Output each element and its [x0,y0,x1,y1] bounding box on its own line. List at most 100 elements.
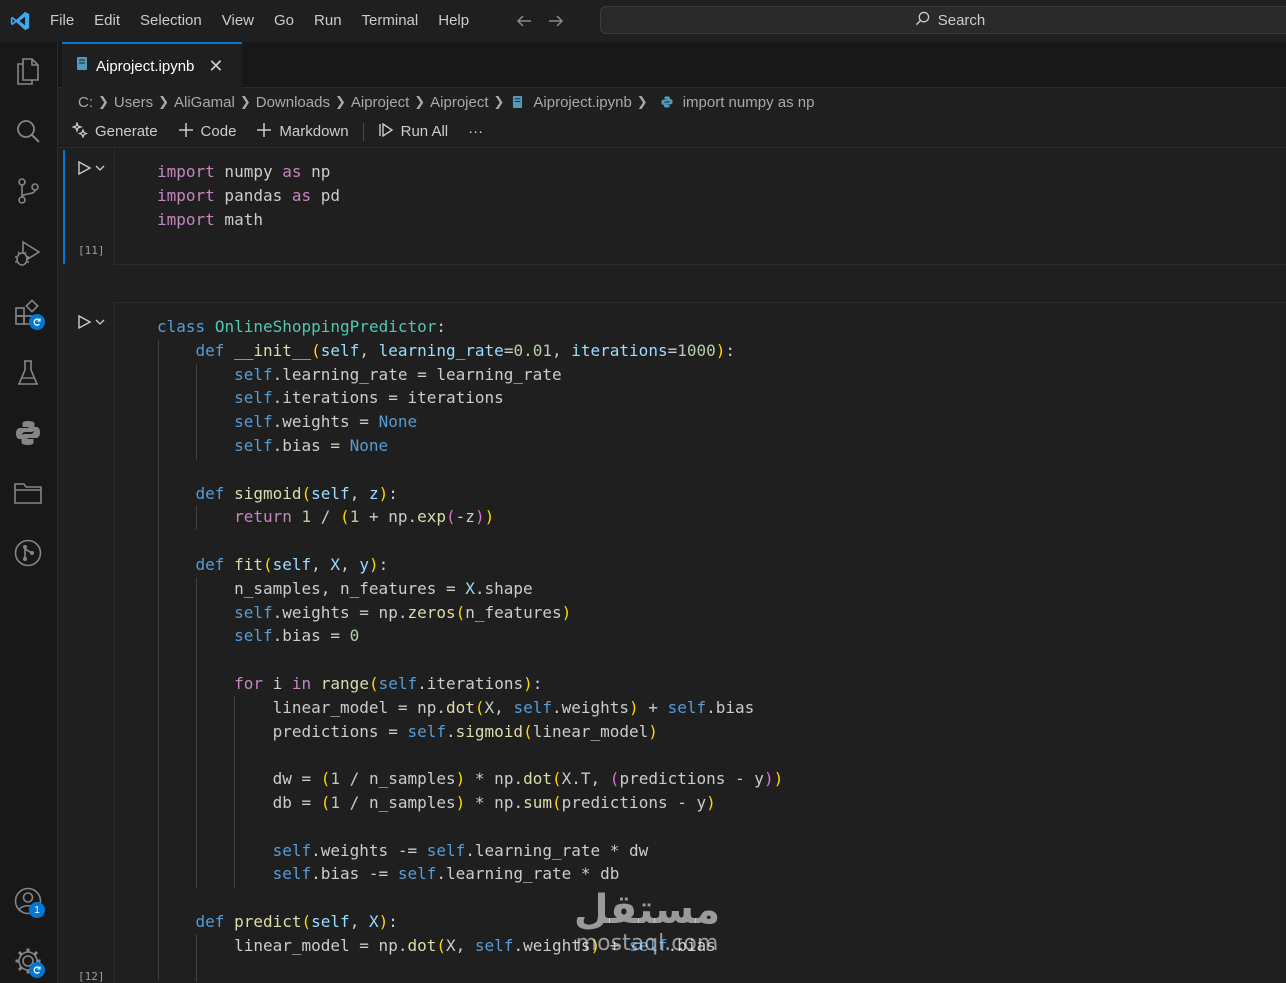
back-arrow-icon[interactable] [515,12,533,30]
extensions-icon[interactable] [13,298,45,330]
play-icon [78,160,92,176]
plus-icon [178,122,194,142]
plus-icon [256,122,272,142]
code-cell[interactable]: class OnlineShoppingPredictor: def __ini… [58,302,1286,983]
command-center-search[interactable]: Search [600,6,1286,34]
code-line: def fit(self, X, y): [195,554,389,574]
forward-arrow-icon[interactable] [547,12,565,30]
execution-count: [12] [78,970,105,983]
breadcrumb-item[interactable]: Users [114,94,153,111]
menu-file[interactable]: File [40,0,84,42]
code-line: self.bias -= self.learning_rate * db [272,864,620,884]
accounts-badge: 1 [29,902,45,918]
code-line: return 1 / (1 + np.exp(-z)) [234,507,495,527]
notebook-file-icon [509,94,525,110]
activity-bar: 1 [0,42,58,983]
breadcrumb-item[interactable]: AliGamal [174,94,235,111]
code-line: def sigmoid(self, z): [195,483,398,503]
code-line: self.iterations = iterations [234,388,504,408]
code-line: class OnlineShoppingPredictor: [157,317,447,336]
folder-icon[interactable] [13,478,43,508]
manage-update-badge [29,962,45,978]
git-graph-icon[interactable] [13,538,43,568]
run-cell-button[interactable] [76,158,110,178]
code-line: self.weights -= self.learning_rate * dw [272,840,649,860]
code-line: n_samples, n_features = X.shape [157,578,533,598]
menu-go[interactable]: Go [264,0,304,42]
run-cell-button[interactable] [76,312,110,332]
search-icon [915,11,930,30]
breadcrumb-item[interactable]: Aiproject.ipynb [533,94,631,111]
chevron-down-icon [95,165,105,171]
chevron-right-icon: ❯ [239,94,251,109]
menu-view[interactable]: View [212,0,264,42]
code-line: self.learning_rate = learning_rate [234,364,562,384]
menu-bar: File Edit Selection View Go Run Terminal… [40,0,479,42]
code-line: import math [157,209,263,229]
menu-terminal[interactable]: Terminal [352,0,429,42]
sparkle-icon [71,120,89,142]
run-all-label: Run All [400,123,449,140]
code-line: self.bias = 0 [234,626,360,646]
editor-tabs: Aiproject.ipynb ✕ [58,42,1286,88]
cell-source[interactable]: class OnlineShoppingPredictor: def __ini… [157,315,783,958]
menu-edit[interactable]: Edit [84,0,130,42]
menu-run[interactable]: Run [304,0,352,42]
tab-aiproject-ipynb[interactable]: Aiproject.ipynb ✕ [62,42,242,88]
chevron-right-icon: ❯ [636,94,648,109]
code-line: import numpy as np [157,162,331,181]
breadcrumb-item[interactable]: Aiproject [430,94,488,111]
code-line: linear_model = np.dot(X, self.weights) +… [157,697,755,717]
breadcrumb-item[interactable]: Downloads [256,94,330,111]
code-line: import pandas as pd [157,185,341,205]
cell-focus-indicator [63,150,65,264]
breadcrumb-item[interactable]: C: [78,94,93,111]
run-all-button[interactable]: Run All [368,116,459,148]
code-cell[interactable]: import numpy as np import pandas as pd i… [58,148,1286,266]
manage-gear-icon[interactable] [13,946,45,978]
code-line: self.bias = None [234,435,389,455]
run-debug-icon[interactable] [13,238,43,268]
generate-button[interactable]: Generate [58,116,168,148]
markdown-label: Markdown [279,123,349,140]
run-all-icon [378,122,394,142]
source-control-icon[interactable] [13,176,43,206]
code-line: def __init__(self, learning_rate=0.01, i… [195,340,736,360]
notebook-editor: import numpy as np import pandas as pd i… [58,148,1286,983]
add-markdown-cell-button[interactable]: Markdown [246,116,358,148]
explorer-icon[interactable] [13,56,43,86]
code-line: db = (1 / n_samples) * np.sum(prediction… [157,792,716,812]
code-line: self.weights = np.zeros(n_features) [234,602,572,622]
vscode-logo-icon[interactable] [0,0,40,42]
cell-source[interactable]: import numpy as np import pandas as pd i… [157,160,340,231]
more-actions-button[interactable]: ··· [458,116,493,148]
execution-count: [11] [78,244,105,257]
breadcrumb-item[interactable]: import numpy as np [683,94,815,111]
code-line: dw = (1 / n_samples) * np.dot(X.T, (pred… [157,769,784,789]
menu-selection[interactable]: Selection [130,0,212,42]
code-line: for i in range(self.iterations): [234,673,543,693]
tab-close-icon[interactable]: ✕ [208,56,223,77]
breadcrumb-item[interactable]: Aiproject [351,94,409,111]
chevron-right-icon: ❯ [98,94,109,109]
chevron-right-icon: ❯ [158,94,169,109]
title-bar: File Edit Selection View Go Run Terminal… [0,0,1286,42]
code-line: def predict(self, X): [195,911,398,931]
breadcrumb: C: ❯ Users ❯ AliGamal ❯ Downloads ❯ Aiprojec… [78,88,814,116]
menu-help[interactable]: Help [428,0,479,42]
chevron-right-icon: ❯ [493,94,505,109]
search-icon[interactable] [13,116,43,146]
search-label: Search [937,11,986,29]
chevron-right-icon: ❯ [414,94,426,109]
add-code-cell-button[interactable]: Code [168,116,247,148]
code-line: linear_model = np.dot(X, self.weights) +… [157,935,716,955]
accounts-icon[interactable]: 1 [13,886,45,918]
chevron-right-icon: ❯ [334,94,346,109]
python-icon[interactable] [13,418,43,448]
testing-icon[interactable] [13,358,43,388]
